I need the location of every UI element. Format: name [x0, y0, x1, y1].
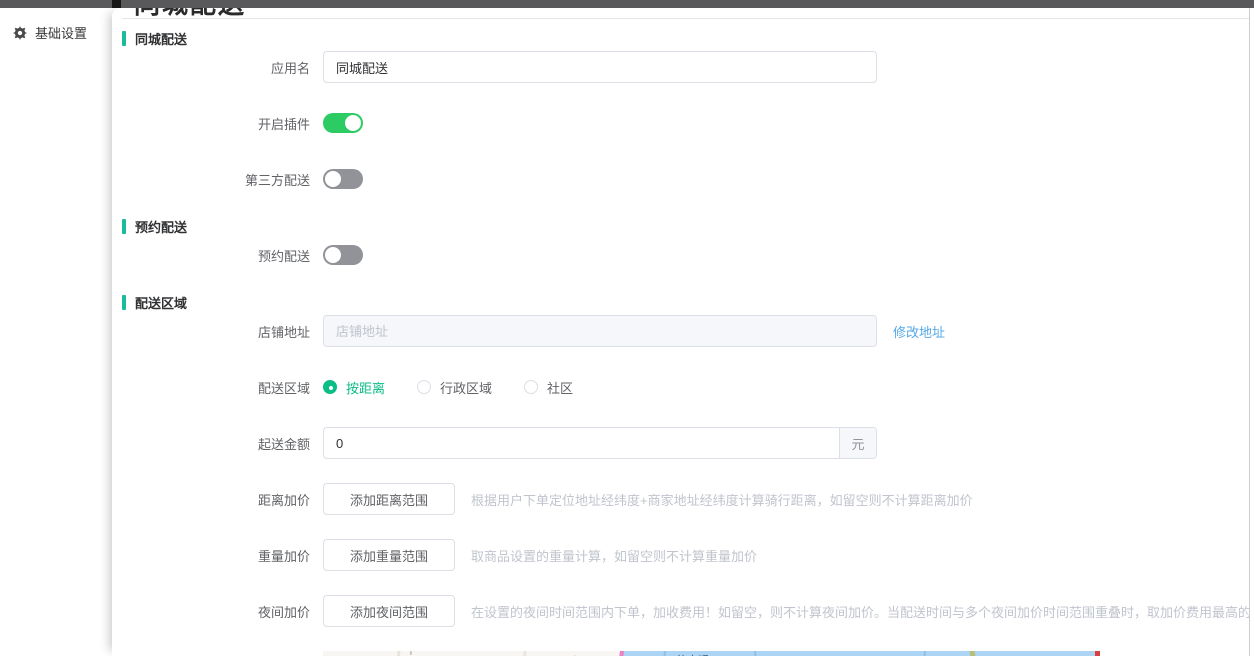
- radio-community[interactable]: 社区: [524, 378, 573, 397]
- area-mode-radio-group: 按距离 行政区域 社区: [323, 378, 605, 397]
- radio-label: 社区: [547, 380, 574, 396]
- scrollbar-track[interactable]: [1249, 8, 1254, 656]
- weight-fee-hint: 取商品设置的重量计算，如留空则不计算重量加价: [471, 548, 758, 564]
- gear-icon: [13, 25, 27, 40]
- page-layout: 基础设置 同城配送 同城配送 应用名 开启插件 第三方配送: [0, 8, 1249, 656]
- row-delivery-area-map: 配送区域: [122, 651, 1249, 656]
- min-amount-label: 起送金额: [257, 436, 310, 452]
- app-name-input-wrap: [323, 51, 877, 83]
- modify-address-link[interactable]: 修改地址: [893, 322, 945, 341]
- unit-suffix: 元: [839, 428, 876, 458]
- add-weight-range-button[interactable]: 添加重量范围: [323, 539, 455, 571]
- radio-admin-region[interactable]: 行政区域: [417, 378, 492, 397]
- toggle-knob: [345, 115, 361, 131]
- radio-circle-icon: [323, 380, 337, 394]
- settings-content: 同城配送 同城配送 应用名 开启插件 第三方配送: [112, 8, 1249, 656]
- map-label-wuxian[interactable]: 五仙古观: [665, 652, 709, 656]
- shop-address-input-wrap: [323, 315, 877, 347]
- row-night-fee: 夜间加价 添加夜间范围 在设置的夜间时间范围内下单，加收费用！如留空，则不计算夜…: [122, 595, 1249, 627]
- third-party-toggle[interactable]: [323, 169, 363, 189]
- sidebar-item-label: 基础设置: [35, 26, 88, 41]
- page-title-area: 同城配送: [122, 8, 1249, 19]
- night-fee-hint: 在设置的夜间时间范围内下单，加收费用！如留空，则不计算夜间加价。当配送时间与多个…: [471, 604, 1249, 620]
- app-name-label: 应用名: [270, 60, 310, 76]
- row-plugin-enable: 开启插件: [122, 107, 1249, 139]
- map-roads: [323, 651, 1100, 656]
- page-title: 同城配送: [134, 8, 246, 18]
- section-bar-icon: [122, 294, 126, 310]
- top-edge-bar: [0, 0, 1254, 8]
- app-name-input[interactable]: [324, 52, 876, 82]
- plugin-enable-toggle[interactable]: [323, 113, 363, 133]
- section-title: 配送区域: [135, 295, 188, 311]
- row-min-amount: 起送金额 元: [122, 427, 1249, 459]
- section-title: 预约配送: [135, 219, 188, 235]
- shop-address-label: 店铺地址: [257, 324, 310, 340]
- radio-circle-icon: [417, 380, 432, 394]
- third-party-label: 第三方配送: [244, 172, 310, 188]
- delivery-area-map[interactable]: 华林国际C馆 广州市儿童医院 + + 五仙古观 路 合润广场 Y 北京路 Y: [323, 651, 1100, 656]
- min-amount-input-wrap: 元: [323, 427, 877, 459]
- radio-label: 按距离: [346, 380, 386, 396]
- min-amount-input[interactable]: [324, 428, 839, 458]
- distance-fee-label: 距离加价: [257, 492, 310, 508]
- section-reserve-delivery: 预约配送: [122, 218, 1249, 235]
- row-reserve-delivery: 预约配送: [122, 239, 1249, 271]
- settings-sidebar: 基础设置: [0, 8, 112, 656]
- radio-circle-icon: [524, 380, 539, 394]
- toggle-knob: [325, 171, 341, 187]
- section-bar-icon: [122, 218, 126, 234]
- radio-label: 行政区域: [440, 380, 493, 396]
- row-weight-fee: 重量加价 添加重量范围 取商品设置的重量计算，如留空则不计算重量加价: [122, 539, 1249, 571]
- weight-fee-label: 重量加价: [257, 548, 310, 564]
- plugin-enable-label: 开启插件: [257, 116, 310, 132]
- reserve-delivery-label: 预约配送: [257, 248, 310, 264]
- add-night-range-button[interactable]: 添加夜间范围: [323, 595, 455, 627]
- section-bar-icon: [122, 30, 126, 46]
- map-area-label: 配送区域: [122, 651, 323, 656]
- row-distance-fee: 距离加价 添加距离范围 根据用户下单定位地址经纬度+商家地址经纬度计算骑行距离，…: [122, 483, 1249, 515]
- top-edge-notch: [112, 0, 121, 8]
- reserve-delivery-toggle[interactable]: [323, 245, 363, 265]
- shop-address-input[interactable]: [324, 316, 876, 346]
- section-delivery-area: 配送区域: [122, 294, 1249, 311]
- area-mode-label: 配送区域: [257, 380, 310, 396]
- sidebar-item-basic-settings[interactable]: 基础设置: [0, 18, 112, 47]
- row-third-party: 第三方配送: [122, 163, 1249, 195]
- section-title: 同城配送: [135, 31, 188, 47]
- row-app-name: 应用名: [122, 51, 1249, 83]
- row-area-mode: 配送区域 按距离 行政区域 社区: [122, 371, 1249, 403]
- night-fee-label: 夜间加价: [257, 604, 310, 620]
- add-distance-range-button[interactable]: 添加距离范围: [323, 483, 455, 515]
- distance-fee-hint: 根据用户下单定位地址经纬度+商家地址经纬度计算骑行距离，如留空则不计算距离加价: [471, 492, 973, 508]
- row-shop-address: 店铺地址 修改地址: [122, 315, 1249, 347]
- radio-by-distance[interactable]: 按距离: [323, 378, 385, 397]
- toggle-knob: [325, 247, 341, 263]
- section-city-delivery: 同城配送: [122, 30, 1249, 47]
